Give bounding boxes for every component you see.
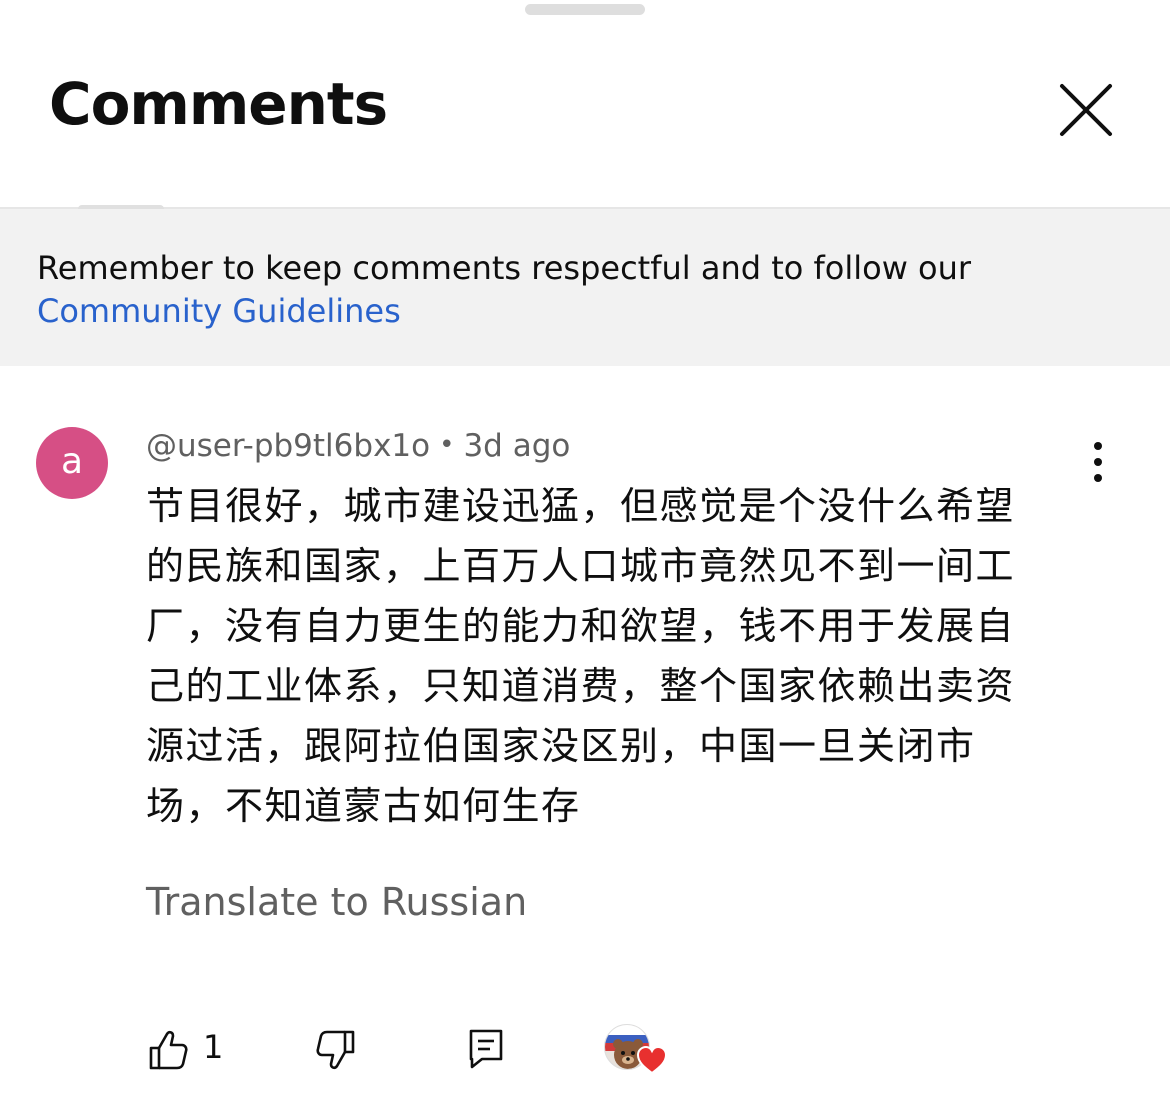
comment-time: 3d ago — [463, 428, 571, 464]
more-options-button[interactable] — [1078, 440, 1118, 484]
comment-text: 节目很好，城市建设迅猛，但感觉是个没什么希望的民族和国家，上百万人口城市竟然见不… — [146, 484, 1016, 828]
comment-item: a @user-pb9tl6bx1o • 3d ago 节目很好，城市建设迅猛，但感… — [0, 366, 1170, 1110]
meta-separator: • — [439, 430, 455, 460]
community-notice: Remember to keep comments respectful and… — [0, 209, 1170, 366]
like-count: 1 — [203, 1028, 224, 1066]
close-icon — [1060, 84, 1112, 136]
reply-button[interactable] — [468, 1028, 504, 1070]
notice-message: Remember to keep comments respectful and… — [37, 249, 972, 287]
reply-comment-icon — [469, 1029, 503, 1069]
community-guidelines-link[interactable]: Community Guidelines — [37, 290, 1137, 333]
page-title: Comments — [49, 70, 388, 138]
creator-heart-icon — [636, 1045, 668, 1075]
like-button[interactable] — [148, 1028, 188, 1072]
dislike-button[interactable] — [316, 1028, 356, 1072]
comments-header: Comments — [0, 0, 1170, 208]
creator-heart-badge[interactable] — [604, 1022, 670, 1082]
notice-text: Remember to keep comments respectful and… — [37, 247, 1137, 333]
thumbs-up-icon — [149, 1030, 188, 1070]
close-button[interactable] — [1050, 74, 1122, 146]
thumbs-down-icon — [316, 1030, 355, 1070]
comment-actions: 1 — [0, 1016, 1170, 1086]
comment-author[interactable]: @user-pb9tl6bx1o — [146, 428, 430, 464]
avatar[interactable]: a — [36, 427, 108, 499]
comment-meta: @user-pb9tl6bx1o • 3d ago — [146, 428, 570, 464]
translate-button[interactable]: Translate to Russian — [146, 880, 527, 924]
